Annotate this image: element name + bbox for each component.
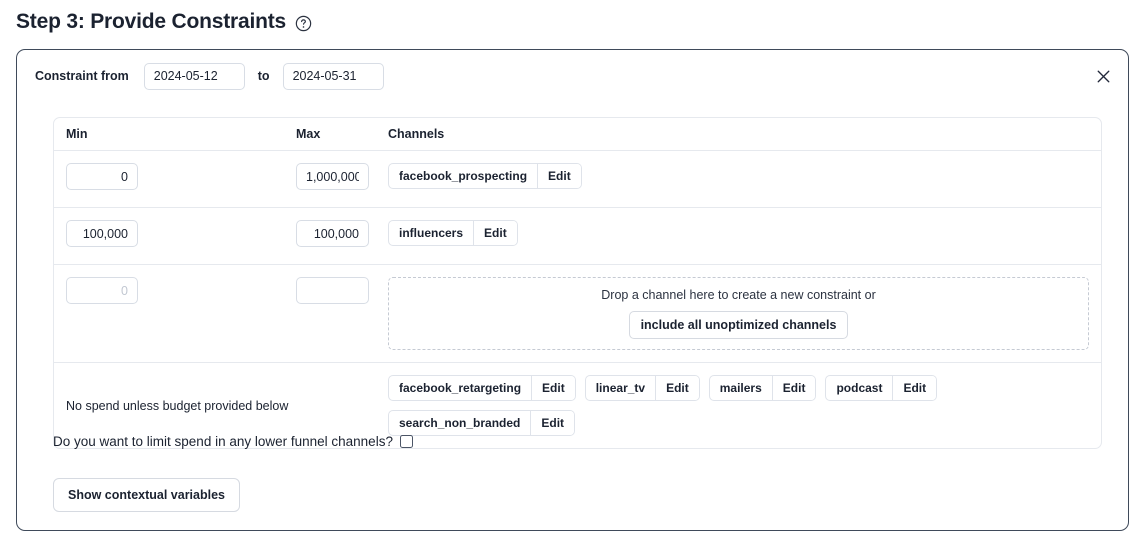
cell-channels: influencers Edit (388, 220, 1089, 246)
channel-edit-button[interactable]: Edit (892, 376, 937, 400)
channel-chip-label: linear_tv (595, 381, 646, 395)
limit-spend-checkbox[interactable] (399, 435, 413, 448)
channel-chip[interactable]: facebook_prospecting Edit (388, 163, 582, 189)
constraint-from-input[interactable] (143, 62, 245, 90)
cell-channels: facebook_prospecting Edit (388, 163, 1089, 189)
cell-max (296, 277, 388, 304)
channel-edit-button[interactable]: Edit (537, 164, 581, 188)
channel-chip-label: podcast (836, 381, 883, 395)
table-row: facebook_prospecting Edit (54, 151, 1101, 208)
channel-edit-button[interactable]: Edit (771, 376, 816, 400)
channel-edit-button[interactable]: Edit (530, 411, 575, 435)
channel-chip[interactable]: mailers Edit (708, 375, 817, 401)
channel-chip[interactable]: linear_tv Edit (584, 375, 700, 401)
channel-chip[interactable]: podcast Edit (825, 375, 938, 401)
channel-edit-button[interactable]: Edit (473, 221, 517, 245)
cell-min (66, 220, 296, 247)
channel-chip-label: search_non_branded (399, 416, 521, 430)
channel-chip-label: facebook_prospecting (399, 169, 528, 183)
channel-chip-label: facebook_retargeting (399, 381, 522, 395)
column-header-channels: Channels (388, 127, 445, 141)
channel-chip[interactable]: influencers Edit (388, 220, 518, 246)
table-row: influencers Edit (54, 208, 1101, 265)
close-button[interactable] (1088, 61, 1118, 91)
page-title: Step 3: Provide Constraints (16, 10, 286, 33)
channel-chip[interactable]: facebook_retargeting Edit (388, 375, 576, 401)
min-input[interactable] (66, 163, 138, 190)
constraint-date-range: Constraint from to (35, 62, 384, 90)
new-constraint-row: Drop a channel here to create a new cons… (54, 265, 1101, 363)
close-icon (1096, 69, 1111, 84)
max-input[interactable] (296, 163, 369, 190)
channel-dropzone[interactable]: Drop a channel here to create a new cons… (388, 277, 1089, 350)
min-input[interactable] (66, 220, 138, 247)
channel-edit-button[interactable]: Edit (531, 376, 575, 400)
cell-min (66, 163, 296, 190)
channel-edit-button[interactable]: Edit (655, 376, 699, 400)
channel-chip[interactable]: search_non_branded Edit (388, 410, 576, 436)
cell-min (66, 277, 296, 304)
max-input[interactable] (296, 220, 369, 247)
constraint-from-label: Constraint from (35, 69, 129, 83)
min-input-new[interactable] (66, 277, 138, 304)
constraints-page: Step 3: Provide Constraints Constraint f… (0, 0, 1145, 544)
max-input-new[interactable] (296, 277, 369, 304)
show-contextual-variables-button[interactable]: Show contextual variables (53, 478, 240, 512)
channel-chip-label: influencers (399, 226, 464, 240)
column-header-min: Min (66, 127, 88, 141)
cell-max (296, 220, 388, 247)
question-circle-icon[interactable] (295, 15, 312, 32)
cell-max (296, 163, 388, 190)
limit-spend-label: Do you want to limit spend in any lower … (53, 434, 393, 449)
channel-chip-label: mailers (719, 381, 762, 395)
limit-spend-question: Do you want to limit spend in any lower … (53, 434, 413, 449)
constraint-to-input[interactable] (282, 62, 384, 90)
no-spend-label: No spend unless budget provided below (66, 398, 289, 413)
table-header-row: Min Max Channels (54, 118, 1101, 151)
page-title-row: Step 3: Provide Constraints (16, 8, 312, 36)
constraint-to-label: to (257, 69, 270, 83)
constraints-card: Constraint from to Min Max Channels (16, 49, 1129, 531)
dropzone-text: Drop a channel here to create a new cons… (601, 288, 876, 302)
include-all-unoptimized-channels-button[interactable]: include all unoptimized channels (628, 311, 849, 339)
no-spend-channels: facebook_retargeting Edit linear_tv Edit… (388, 375, 1089, 436)
constraints-table: Min Max Channels facebook_prospecting Ed… (53, 117, 1102, 449)
column-header-max: Max (296, 127, 321, 141)
